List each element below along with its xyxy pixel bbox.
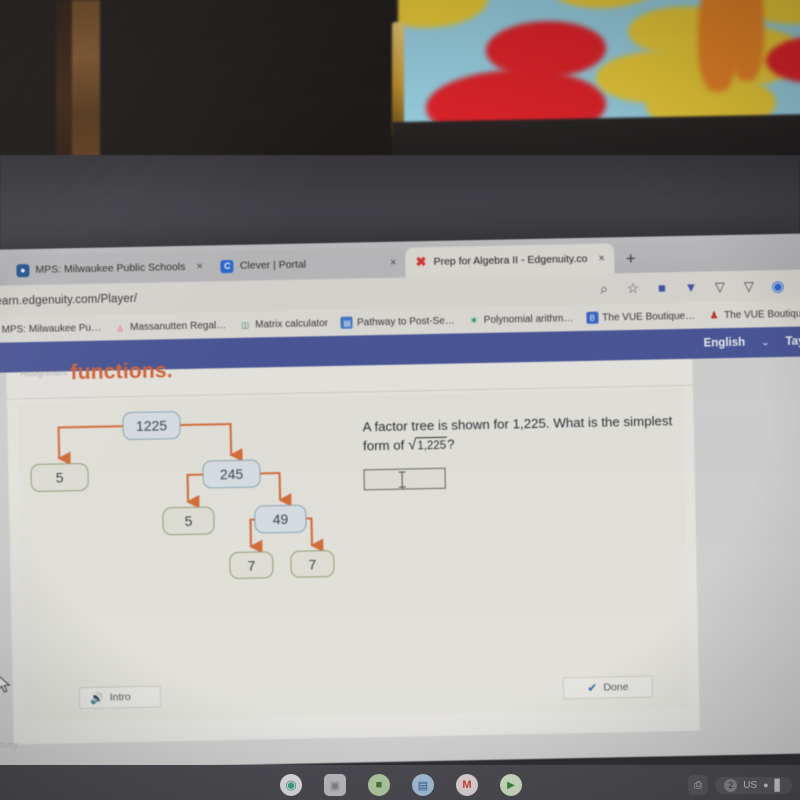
radical-sign: √: [407, 436, 417, 454]
status-area[interactable]: 2 US ● ▋: [715, 776, 792, 794]
photo-scene: × ● MPS: Milwaukee Public Schools × C Cl…: [0, 0, 800, 800]
factor-node-e: 7: [229, 551, 274, 580]
factor-node-a: 5: [30, 462, 89, 493]
profile-avatar-icon[interactable]: ◉: [770, 277, 786, 294]
mouse-cursor-icon: [0, 673, 11, 693]
gmail-icon[interactable]: M: [456, 774, 478, 796]
browser-tab-clever[interactable]: C Clever | Portal ×: [211, 247, 406, 282]
system-tray: ⎙ 2 US ● ▋: [688, 774, 792, 796]
bookmark-label: The VUE Boutique…: [602, 310, 696, 324]
lesson-page: Assignment functions. 1225 5 245 5 49 7 …: [6, 358, 700, 745]
done-label: Done: [603, 681, 629, 694]
chromeos-shelf: ◉ ▣ ■ ▤ M ▶ ⎙ 2 US ● ▋: [0, 765, 800, 800]
factor-node-b: 245: [202, 459, 261, 489]
airbnb-icon: ▵: [117, 321, 123, 334]
question-text: A factor tree is shown for 1,225. What i…: [362, 411, 683, 456]
globe-icon: ●: [16, 263, 30, 277]
extension-shield-outline-2-icon[interactable]: ▽: [741, 278, 757, 294]
blue-b-icon: B: [586, 311, 599, 324]
bookmark-label: Pathway to Post-Se…: [356, 315, 455, 328]
activity-card: 1225 5 245 5 49 7 7 A factor tree is sho…: [17, 388, 690, 723]
intro-label: Intro: [109, 691, 131, 704]
question-line-1: A factor tree is shown for 1,225. What i…: [362, 413, 673, 435]
radicand: 1,225: [416, 436, 448, 456]
classroom-icon[interactable]: ■: [368, 774, 390, 796]
tab-title: MPS: Milwaukee Public Schools: [35, 260, 186, 276]
factor-node-root: 1225: [122, 411, 181, 441]
browser-tab-edgenuity[interactable]: ✖ Prep for Algebra II - Edgenuity.co ×: [405, 243, 615, 278]
edgenuity-x-icon: ✖: [415, 254, 427, 270]
activity-edge-label: tivity: [0, 740, 18, 750]
bookmark-label: Massanutten Regal…: [129, 319, 227, 333]
bookmark-label: Matrix calculator: [255, 317, 329, 331]
tab-title: Clever | Portal: [239, 258, 307, 272]
lesson-bottom-bar: 🔊 Intro ✔ Done: [23, 669, 690, 722]
text-cursor-icon: [398, 471, 406, 488]
bookmark-star-icon[interactable]: ☆: [625, 280, 641, 296]
bookmark-pathway[interactable]: ▤ Pathway to Post-Se…: [340, 315, 455, 329]
bookmark-label: MPS: Milwaukee Pu…: [1, 322, 102, 336]
answer-input[interactable]: [363, 467, 446, 491]
bookmark-vue-boutique-2[interactable]: ♟ The VUE Boutique…: [708, 307, 800, 321]
bookmark-mps[interactable]: MPS: Milwaukee Pu…: [0, 322, 101, 336]
extension-shield-blue-icon[interactable]: ▼: [683, 279, 699, 295]
green-badge-icon: ✶: [469, 314, 479, 327]
intro-button[interactable]: 🔊 Intro: [78, 685, 162, 710]
close-icon[interactable]: ×: [390, 257, 397, 269]
factor-tree-diagram: 1225 5 245 5 49 7 7: [17, 396, 362, 633]
zoom-search-icon[interactable]: ⌕: [596, 280, 612, 297]
bottle-highlight: [392, 22, 404, 137]
extension-shield-outline-icon[interactable]: ▽: [712, 279, 728, 295]
bookmark-vue-boutique-1[interactable]: B The VUE Boutique…: [586, 310, 695, 324]
bookmark-label: The VUE Boutique…: [723, 307, 800, 321]
factor-node-d: 49: [254, 504, 307, 534]
close-icon[interactable]: ×: [598, 253, 605, 265]
question-line-2-prefix: form of: [362, 437, 409, 454]
toolbar-icons: ⌕ ☆ ■ ▼ ▽ ▽ ◉ ■: [596, 277, 800, 298]
notification-count-badge: 2: [724, 778, 738, 792]
checkmark-icon: ✔: [587, 680, 598, 695]
done-button[interactable]: ✔ Done: [562, 675, 654, 700]
bookmark-label: Polynomial arithm…: [483, 312, 574, 326]
close-icon[interactable]: ×: [196, 261, 203, 273]
user-name[interactable]: Taydr: [785, 335, 800, 348]
red-person-icon: ♟: [709, 309, 719, 321]
launcher-icon[interactable]: ▣: [324, 774, 346, 796]
bookmark-matrix-calculator[interactable]: ◫ Matrix calculator: [239, 317, 328, 331]
clever-c-icon: C: [220, 259, 234, 273]
assignment-label: Assignment: [20, 367, 68, 379]
battery-icon: ▋: [774, 779, 783, 792]
radical-expression: √ 1,225: [407, 436, 448, 456]
language-selector-label[interactable]: English: [704, 337, 746, 350]
question-panel: A factor tree is shown for 1,225. What i…: [362, 411, 683, 491]
page-title: functions.: [70, 359, 174, 385]
extension-puzzle-icon[interactable]: ■: [654, 280, 670, 296]
chevron-down-icon[interactable]: ⌄: [761, 337, 770, 348]
question-suffix: ?: [446, 436, 455, 452]
new-tab-button[interactable]: +: [614, 249, 648, 274]
laptop-screen: × ● MPS: Milwaukee Public Schools × C Cl…: [0, 233, 800, 770]
bookmark-massanutten[interactable]: ▵ Massanutten Regal…: [114, 319, 227, 334]
chrome-icon[interactable]: ◉: [280, 774, 302, 796]
play-store-icon[interactable]: ▶: [500, 774, 522, 796]
bookmark-polynomial[interactable]: ✶ Polynomial arithm…: [468, 312, 574, 327]
form-icon: ▤: [340, 316, 354, 329]
keyboard-layout-label: US: [743, 779, 758, 791]
tab-title: Prep for Algebra II - Edgenuity.co: [433, 252, 588, 268]
drive-docs-icon[interactable]: ▤: [412, 774, 434, 796]
address-bar[interactable]: re.learn.edgenuity.com/Player/: [0, 292, 137, 307]
factor-node-c: 5: [162, 506, 215, 536]
speaker-icon: 🔊: [89, 692, 104, 705]
wifi-icon: ●: [763, 780, 769, 790]
browser-tab-mps[interactable]: ● MPS: Milwaukee Public Schools ×: [7, 251, 213, 286]
matrix-icon: ◫: [241, 320, 250, 330]
screenshot-icon[interactable]: ⎙: [688, 775, 709, 795]
factor-node-f: 7: [290, 549, 335, 578]
